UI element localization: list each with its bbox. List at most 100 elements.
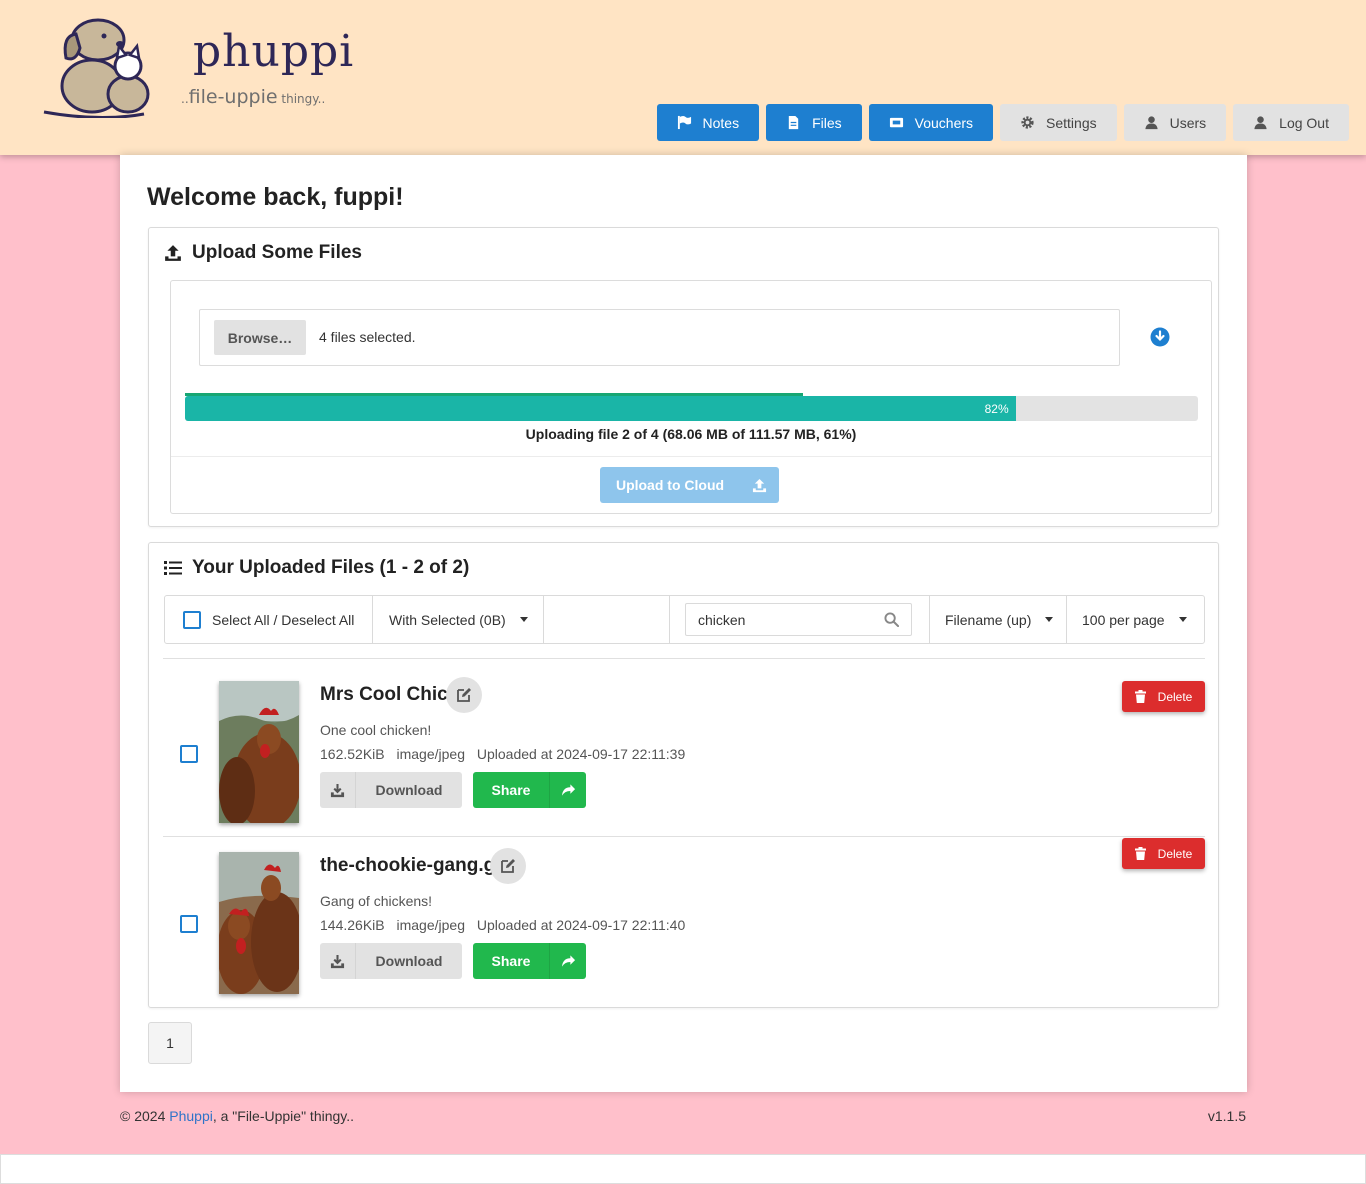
file-name: Mrs Cool Chick (320, 684, 459, 705)
file-type: image/jpeg (396, 746, 466, 762)
download-button[interactable]: Download (320, 943, 462, 979)
file-progress-fill: 82% (185, 396, 1016, 421)
share-label: Share (491, 782, 531, 798)
nav-files-button[interactable]: Files (766, 104, 862, 141)
select-all-checkbox[interactable] (183, 610, 201, 629)
edit-icon (501, 859, 515, 873)
footer-copyright: © 2024 Phuppi, a "File-Uppie" thingy.. (120, 1108, 355, 1124)
share-button[interactable]: Share (473, 772, 586, 808)
file-size: 162.52KiB (320, 746, 385, 762)
caret-down-icon (519, 617, 528, 622)
download-icon (320, 772, 356, 808)
share-arrow-icon (549, 772, 586, 808)
nav-logout-label: Log Out (1279, 114, 1329, 131)
file-thumbnail[interactable] (219, 852, 299, 994)
selected-files-text: 4 files selected. (319, 329, 416, 345)
file-name: the-chookie-gang.gif (320, 855, 507, 876)
bottom-bar (0, 1154, 1366, 1184)
nav-files-label: Files (812, 114, 842, 131)
file-select-checkbox[interactable] (180, 745, 198, 763)
file-select-checkbox[interactable] (180, 915, 198, 933)
download-button[interactable]: Download (320, 772, 462, 808)
nav-settings-button[interactable]: Settings (1000, 104, 1117, 141)
nav-notes-button[interactable]: Notes (656, 104, 760, 141)
uploaded-files-card: Your Uploaded Files (1 - 2 of 2) Select … (148, 542, 1219, 1008)
trash-icon (1134, 847, 1146, 860)
file-description: Gang of chickens! (320, 893, 433, 909)
list-icon (164, 561, 182, 575)
delete-button[interactable]: Delete (1122, 838, 1205, 869)
delete-button[interactable]: Delete (1122, 681, 1205, 712)
download-label: Download (375, 953, 443, 969)
phuppi-logo[interactable]: phuppi ..file-uppie thingy.. (40, 14, 353, 120)
edit-file-button[interactable] (490, 848, 526, 884)
search-cell (670, 596, 930, 643)
pagination-page-button[interactable]: 1 (148, 1022, 192, 1064)
file-meta: 162.52KiB image/jpeg Uploaded at 2024-09… (320, 746, 685, 762)
file-description: One cool chicken! (320, 722, 432, 738)
file-icon (788, 115, 799, 130)
user-icon (1254, 116, 1267, 130)
main-nav: Notes Files Vouchers Settings Users Log … (656, 104, 1349, 141)
dog-cat-logo-icon (43, 18, 150, 120)
file-progress-track: 82% (185, 396, 1198, 421)
caret-down-icon (1178, 617, 1187, 622)
toolbar-spacer (544, 596, 670, 643)
upload-to-cloud-label: Upload to Cloud (615, 477, 725, 493)
upload-to-cloud-button[interactable]: Upload to Cloud (600, 467, 779, 503)
nav-notes-label: Notes (702, 114, 740, 131)
divider (171, 456, 1211, 457)
top-header: phuppi ..file-uppie thingy.. Notes Files… (0, 0, 1366, 155)
file-row: the-chookie-gang.gif Gang of chickens! 1… (163, 836, 1205, 1006)
file-size: 144.26KiB (320, 917, 385, 933)
delete-label: Delete (1157, 846, 1193, 861)
sort-dropdown[interactable]: Filename (up) (930, 596, 1067, 643)
caret-down-icon (1045, 617, 1054, 622)
download-icon (320, 943, 356, 979)
upload-form: Browse… 4 files selected. 82% Uploading … (170, 280, 1212, 514)
search-field[interactable] (685, 603, 912, 636)
file-uploaded-at: Uploaded at 2024-09-17 22:11:40 (476, 917, 686, 933)
file-row: Mrs Cool Chick One cool chicken! 162.52K… (163, 658, 1205, 836)
select-all-label: Select All / Deselect All (212, 611, 355, 628)
upload-card-title: Upload Some Files (164, 242, 362, 264)
user-icon (1145, 116, 1158, 130)
brand-tagline: ..file-uppie thingy.. (181, 86, 326, 108)
share-arrow-icon (549, 943, 586, 979)
nav-vouchers-button[interactable]: Vouchers (868, 104, 994, 141)
nav-settings-label: Settings (1046, 114, 1097, 131)
download-label: Download (375, 782, 443, 798)
search-input[interactable] (698, 611, 868, 628)
per-page-dropdown[interactable]: 100 per page (1067, 596, 1204, 643)
edit-icon (457, 688, 471, 702)
footer-version: v1.1.5 (1207, 1108, 1246, 1124)
main-container: Welcome back, fuppi! Upload Some Files B… (120, 155, 1247, 1092)
page-title: Welcome back, fuppi! (147, 183, 404, 211)
files-card-title: Your Uploaded Files (1 - 2 of 2) (164, 557, 469, 579)
search-icon[interactable] (884, 612, 899, 627)
file-type: image/jpeg (396, 917, 466, 933)
edit-file-button[interactable] (446, 677, 482, 713)
file-uploaded-at: Uploaded at 2024-09-17 22:11:39 (476, 746, 686, 762)
upload-status-text: Uploading file 2 of 4 (68.06 MB of 111.5… (525, 426, 857, 442)
nav-users-button[interactable]: Users (1123, 104, 1227, 141)
files-toolbar: Select All / Deselect All With Selected … (164, 595, 1205, 644)
share-label: Share (491, 953, 531, 969)
flag-icon (677, 115, 691, 130)
browse-button[interactable]: Browse… (214, 320, 306, 355)
with-selected-dropdown[interactable]: With Selected (0B) (373, 596, 544, 643)
gear-icon (1021, 116, 1034, 129)
select-all-toggle[interactable]: Select All / Deselect All (165, 596, 373, 643)
footer-phuppi-link[interactable]: Phuppi (169, 1108, 213, 1124)
brand-name: phuppi (193, 26, 355, 77)
nav-users-label: Users (1169, 114, 1207, 131)
nav-logout-button[interactable]: Log Out (1233, 104, 1349, 141)
ticket-icon (889, 117, 903, 128)
download-circle-icon[interactable] (1150, 327, 1170, 347)
nav-vouchers-label: Vouchers (914, 114, 974, 131)
share-button[interactable]: Share (473, 943, 586, 979)
file-picker[interactable]: Browse… 4 files selected. (199, 309, 1120, 366)
file-progress-percent: 82% (984, 402, 1009, 416)
file-thumbnail[interactable] (219, 681, 299, 823)
upload-card: Upload Some Files Browse… 4 files select… (148, 227, 1219, 527)
